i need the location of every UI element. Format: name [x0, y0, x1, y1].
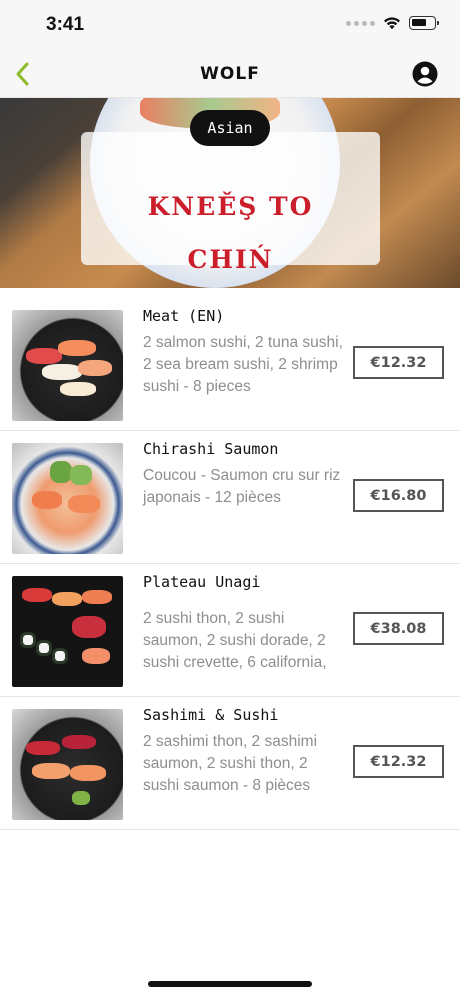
- item-price-button[interactable]: €12.32: [353, 745, 444, 778]
- item-description: Coucou - Saumon cru sur riz japonais - 1…: [143, 467, 341, 506]
- item-name: Chirashi Saumon: [143, 440, 279, 458]
- menu-item-list: Meat (EN) 2 salmon sushi, 2 tuna sushi, …: [0, 298, 460, 830]
- menu-item[interactable]: Chirashi Saumon Coucou - Saumon cru sur …: [0, 431, 460, 564]
- brand-logo: WOLF: [200, 64, 260, 84]
- item-description: 2 salmon sushi, 2 tuna sushi, 2 sea brea…: [143, 334, 343, 395]
- menu-item[interactable]: Meat (EN) 2 salmon sushi, 2 tuna sushi, …: [0, 298, 460, 431]
- restaurant-logo-card: KNEĚŞ TO CHIŃ: [81, 132, 380, 274]
- item-description: 2 sashimi thon, 2 sashimi saumon, 2 sush…: [143, 733, 318, 794]
- restaurant-logo-line2: CHIŃ: [187, 245, 274, 274]
- wifi-icon: [384, 17, 400, 30]
- battery-icon: [409, 16, 439, 30]
- nav-bar: WOLF: [0, 50, 460, 98]
- item-price-button[interactable]: €12.32: [353, 346, 444, 379]
- restaurant-hero: KNEĚŞ TO CHIŃ Asian: [0, 98, 460, 288]
- item-price-button[interactable]: €38.08: [353, 612, 444, 645]
- profile-button[interactable]: [412, 61, 438, 87]
- item-name: Meat (EN): [143, 307, 225, 325]
- menu-item[interactable]: Sashimi & Sushi 2 sashimi thon, 2 sashim…: [0, 697, 460, 830]
- item-name: Sashimi & Sushi: [143, 706, 279, 724]
- status-bar: 3:41: [0, 0, 460, 50]
- item-price-button[interactable]: €16.80: [353, 479, 444, 512]
- menu-item[interactable]: Plateau Unagi 2 sushi thon, 2 sushi saum…: [0, 564, 460, 697]
- item-image: [12, 443, 123, 554]
- restaurant-logo-line1: KNEĚŞ TO: [147, 192, 314, 221]
- item-description: 2 sushi thon, 2 sushi saumon, 2 sushi do…: [143, 610, 327, 671]
- item-image: [12, 310, 123, 421]
- status-icons: [346, 16, 439, 30]
- status-time: 3:41: [46, 14, 85, 35]
- item-name: Plateau Unagi: [143, 573, 261, 591]
- signal-icon: [346, 20, 375, 26]
- user-circle-icon: [412, 61, 438, 87]
- category-pill[interactable]: Asian: [190, 110, 270, 146]
- item-image: [12, 709, 123, 820]
- item-image: [12, 576, 123, 687]
- home-indicator: [148, 981, 312, 987]
